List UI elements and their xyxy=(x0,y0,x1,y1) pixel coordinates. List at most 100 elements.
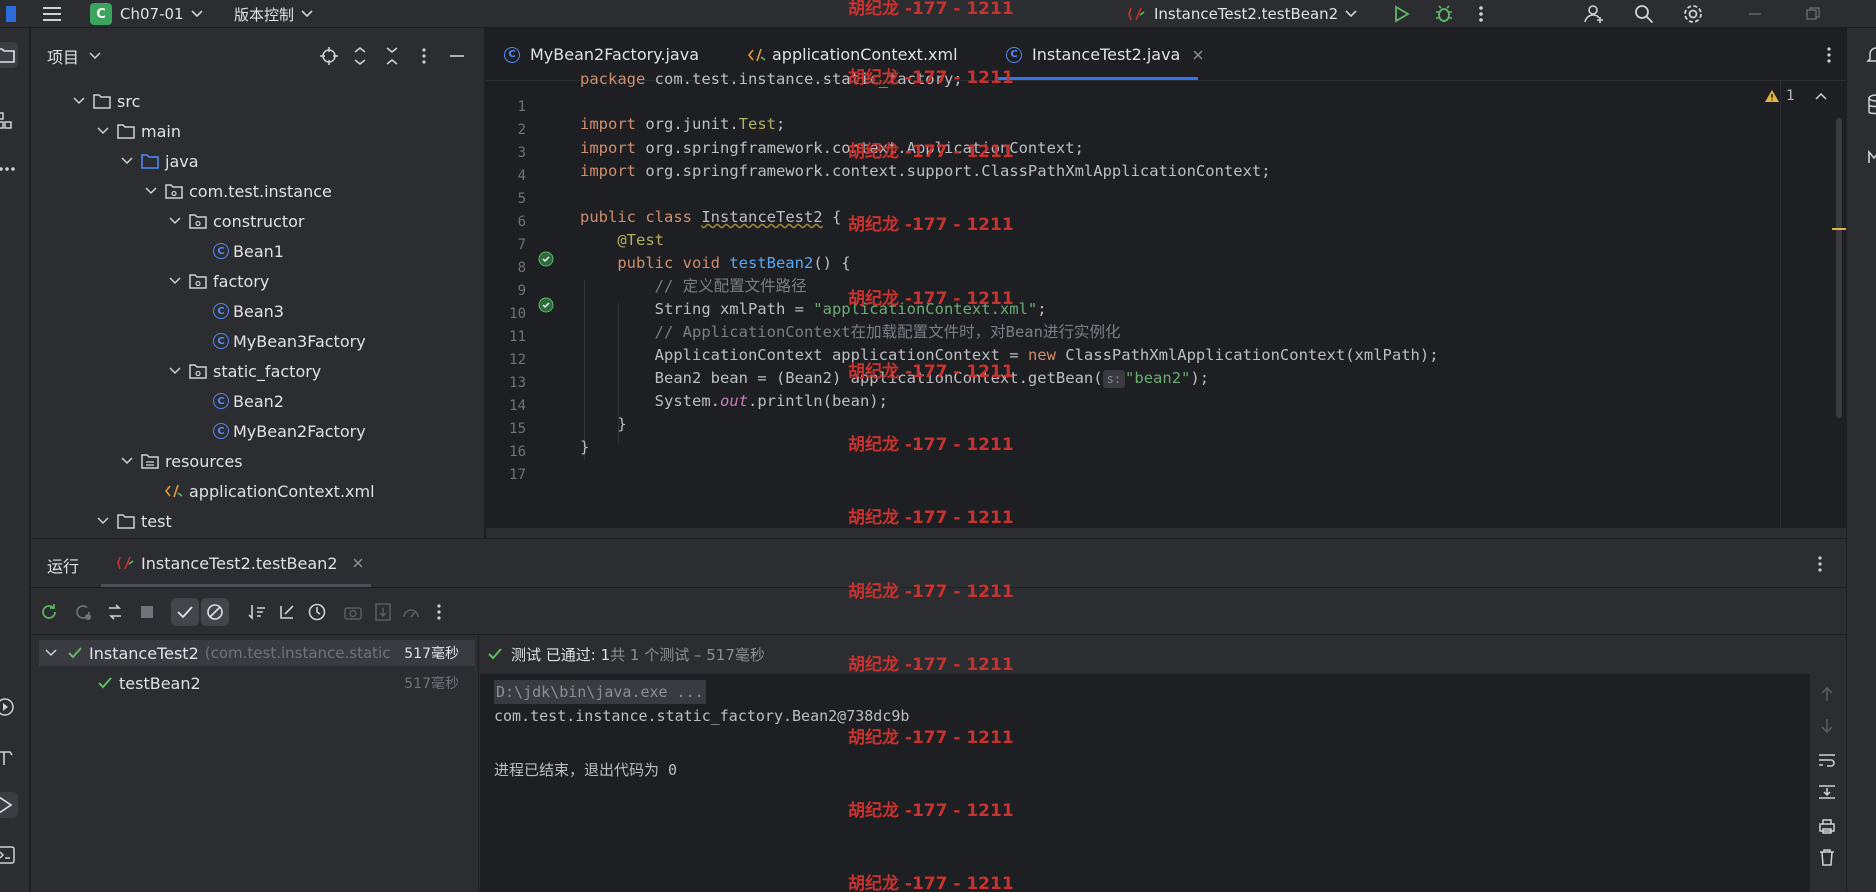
show-ignored-toggle[interactable] xyxy=(201,598,229,626)
more-vertical-icon[interactable] xyxy=(421,47,427,65)
sort-button[interactable] xyxy=(243,598,271,626)
more-run-actions-button[interactable] xyxy=(425,598,453,626)
rerun-failed-button[interactable] xyxy=(69,598,97,626)
run-button[interactable] xyxy=(1392,0,1410,28)
minimize-button[interactable] xyxy=(1748,0,1762,28)
tree-item[interactable]: resources xyxy=(31,446,471,476)
tree-item[interactable]: factory xyxy=(31,266,471,296)
camera-icon xyxy=(344,607,362,620)
restore-button[interactable] xyxy=(1806,0,1820,28)
structure-tool-button[interactable] xyxy=(0,108,18,134)
build-tool-button[interactable] xyxy=(0,744,18,770)
code-line[interactable]: package com.test.instance.static_factory… xyxy=(580,66,963,94)
hide-panel-icon[interactable] xyxy=(449,54,465,58)
warning-icon xyxy=(1765,90,1779,102)
tree-item[interactable]: com.test.instance xyxy=(31,176,471,206)
stop-button[interactable] xyxy=(133,598,161,626)
chevron-down-icon[interactable] xyxy=(119,457,135,465)
add-user-button[interactable] xyxy=(1584,0,1606,28)
vcs-menu[interactable]: 版本控制 xyxy=(234,0,314,28)
project-panel-title[interactable]: 项目 xyxy=(47,44,79,68)
search-button[interactable] xyxy=(1634,0,1654,28)
run-tab[interactable]: InstanceTest2.testBean2 xyxy=(117,539,364,587)
chevron-down-icon[interactable] xyxy=(119,157,135,165)
editor-scrollbar[interactable] xyxy=(1836,118,1842,418)
tree-item[interactable]: static_factory xyxy=(31,356,471,386)
arrow-up-icon[interactable] xyxy=(1820,686,1834,702)
run-config-selector[interactable]: InstanceTest2.testBean2 xyxy=(1128,0,1358,28)
expand-all-icon[interactable] xyxy=(353,46,367,66)
database-tool-button[interactable] xyxy=(1863,92,1876,118)
tree-item[interactable]: java xyxy=(31,146,471,176)
chevron-down-icon[interactable] xyxy=(167,367,183,375)
maven-tool-button[interactable] xyxy=(1863,142,1876,168)
scroll-to-end-icon[interactable] xyxy=(1818,784,1836,800)
class-icon: C xyxy=(213,303,229,319)
run-test-gutter-icon[interactable] xyxy=(538,297,554,313)
console-line-command[interactable]: D:\jdk\bin\java.exe ... xyxy=(494,680,706,704)
project-switcher[interactable]: C Ch07-01 xyxy=(90,0,204,28)
tree-item[interactable]: test xyxy=(31,506,471,536)
more-actions-button[interactable] xyxy=(1478,0,1484,28)
warning-marker[interactable] xyxy=(1832,228,1846,230)
chevron-up-icon[interactable] xyxy=(1815,92,1827,100)
chevron-down-icon[interactable] xyxy=(143,187,159,195)
code-token: new xyxy=(1027,346,1056,364)
tree-item[interactable]: main xyxy=(31,116,471,146)
chevron-down-icon[interactable] xyxy=(89,52,101,60)
close-icon[interactable] xyxy=(352,557,364,569)
locate-icon[interactable] xyxy=(319,46,339,66)
import-tests-button[interactable] xyxy=(369,598,397,626)
test-row-root[interactable]: InstanceTest2 (com.test.instance.static … xyxy=(39,640,475,666)
tree-item[interactable]: C Bean2 xyxy=(31,386,471,416)
chevron-down-icon[interactable] xyxy=(95,517,111,525)
trash-icon[interactable] xyxy=(1819,848,1835,866)
code-token: } xyxy=(617,415,627,433)
tab-instancetest2[interactable]: C InstanceTest2.java xyxy=(1006,28,1204,81)
arrow-down-icon[interactable] xyxy=(1820,718,1834,734)
app-logo[interactable] xyxy=(6,0,16,28)
tree-item[interactable]: applicationContext.xml xyxy=(31,476,471,506)
terminal-tool-button[interactable] xyxy=(0,842,18,868)
tree-item[interactable]: C MyBean2Factory xyxy=(31,416,471,446)
screenshot-button[interactable] xyxy=(339,598,367,626)
debug-button[interactable] xyxy=(1434,0,1454,28)
chevron-down-icon[interactable] xyxy=(71,97,87,105)
title-bar: C Ch07-01 版本控制 InstanceTest2.testBean2 xyxy=(0,0,1876,28)
toggle-auto-test-button[interactable] xyxy=(101,598,129,626)
more-vertical-icon[interactable] xyxy=(1826,46,1832,64)
soft-wrap-icon[interactable] xyxy=(1818,752,1836,768)
code-line[interactable]: } xyxy=(580,434,589,462)
print-icon[interactable] xyxy=(1818,818,1836,834)
test-history-button[interactable] xyxy=(303,598,331,626)
services-tool-button[interactable] xyxy=(0,694,18,720)
tree-item[interactable]: C MyBean3Factory xyxy=(31,326,471,356)
code-line[interactable]: import org.springframework.context.suppo… xyxy=(580,158,1271,186)
main-menu-icon[interactable] xyxy=(42,0,62,28)
rerun-button[interactable] xyxy=(35,598,63,626)
more-tools-button[interactable] xyxy=(0,156,20,182)
chevron-down-icon[interactable] xyxy=(167,217,183,225)
chevron-down-icon[interactable] xyxy=(167,277,183,285)
test-row[interactable]: testBean2 517毫秒 xyxy=(39,670,475,696)
chevron-down-icon[interactable] xyxy=(95,127,111,135)
code-token: import xyxy=(580,162,636,180)
more-vertical-icon[interactable] xyxy=(1817,555,1823,573)
run-test-gutter-icon[interactable] xyxy=(538,251,554,267)
console-output[interactable]: D:\jdk\bin\java.exe ... com.test.instanc… xyxy=(480,674,1810,892)
notifications-tool-button[interactable] xyxy=(1863,42,1876,68)
settings-button[interactable] xyxy=(1682,0,1704,28)
collapse-all-icon[interactable] xyxy=(385,46,399,66)
collapse-button[interactable] xyxy=(273,598,301,626)
tree-item[interactable]: C Bean1 xyxy=(31,236,471,266)
tree-item-label: MyBean2Factory xyxy=(233,421,366,441)
tree-item[interactable]: C Bean3 xyxy=(31,296,471,326)
project-tool-button[interactable] xyxy=(0,42,18,68)
coverage-button[interactable] xyxy=(397,598,425,626)
close-icon[interactable] xyxy=(1192,49,1204,61)
show-passed-toggle[interactable] xyxy=(171,598,199,626)
tree-item[interactable]: src xyxy=(31,86,471,116)
inspection-widget[interactable]: 1 xyxy=(1764,88,1846,104)
run-tool-button[interactable] xyxy=(0,792,18,818)
tree-item[interactable]: constructor xyxy=(31,206,471,236)
